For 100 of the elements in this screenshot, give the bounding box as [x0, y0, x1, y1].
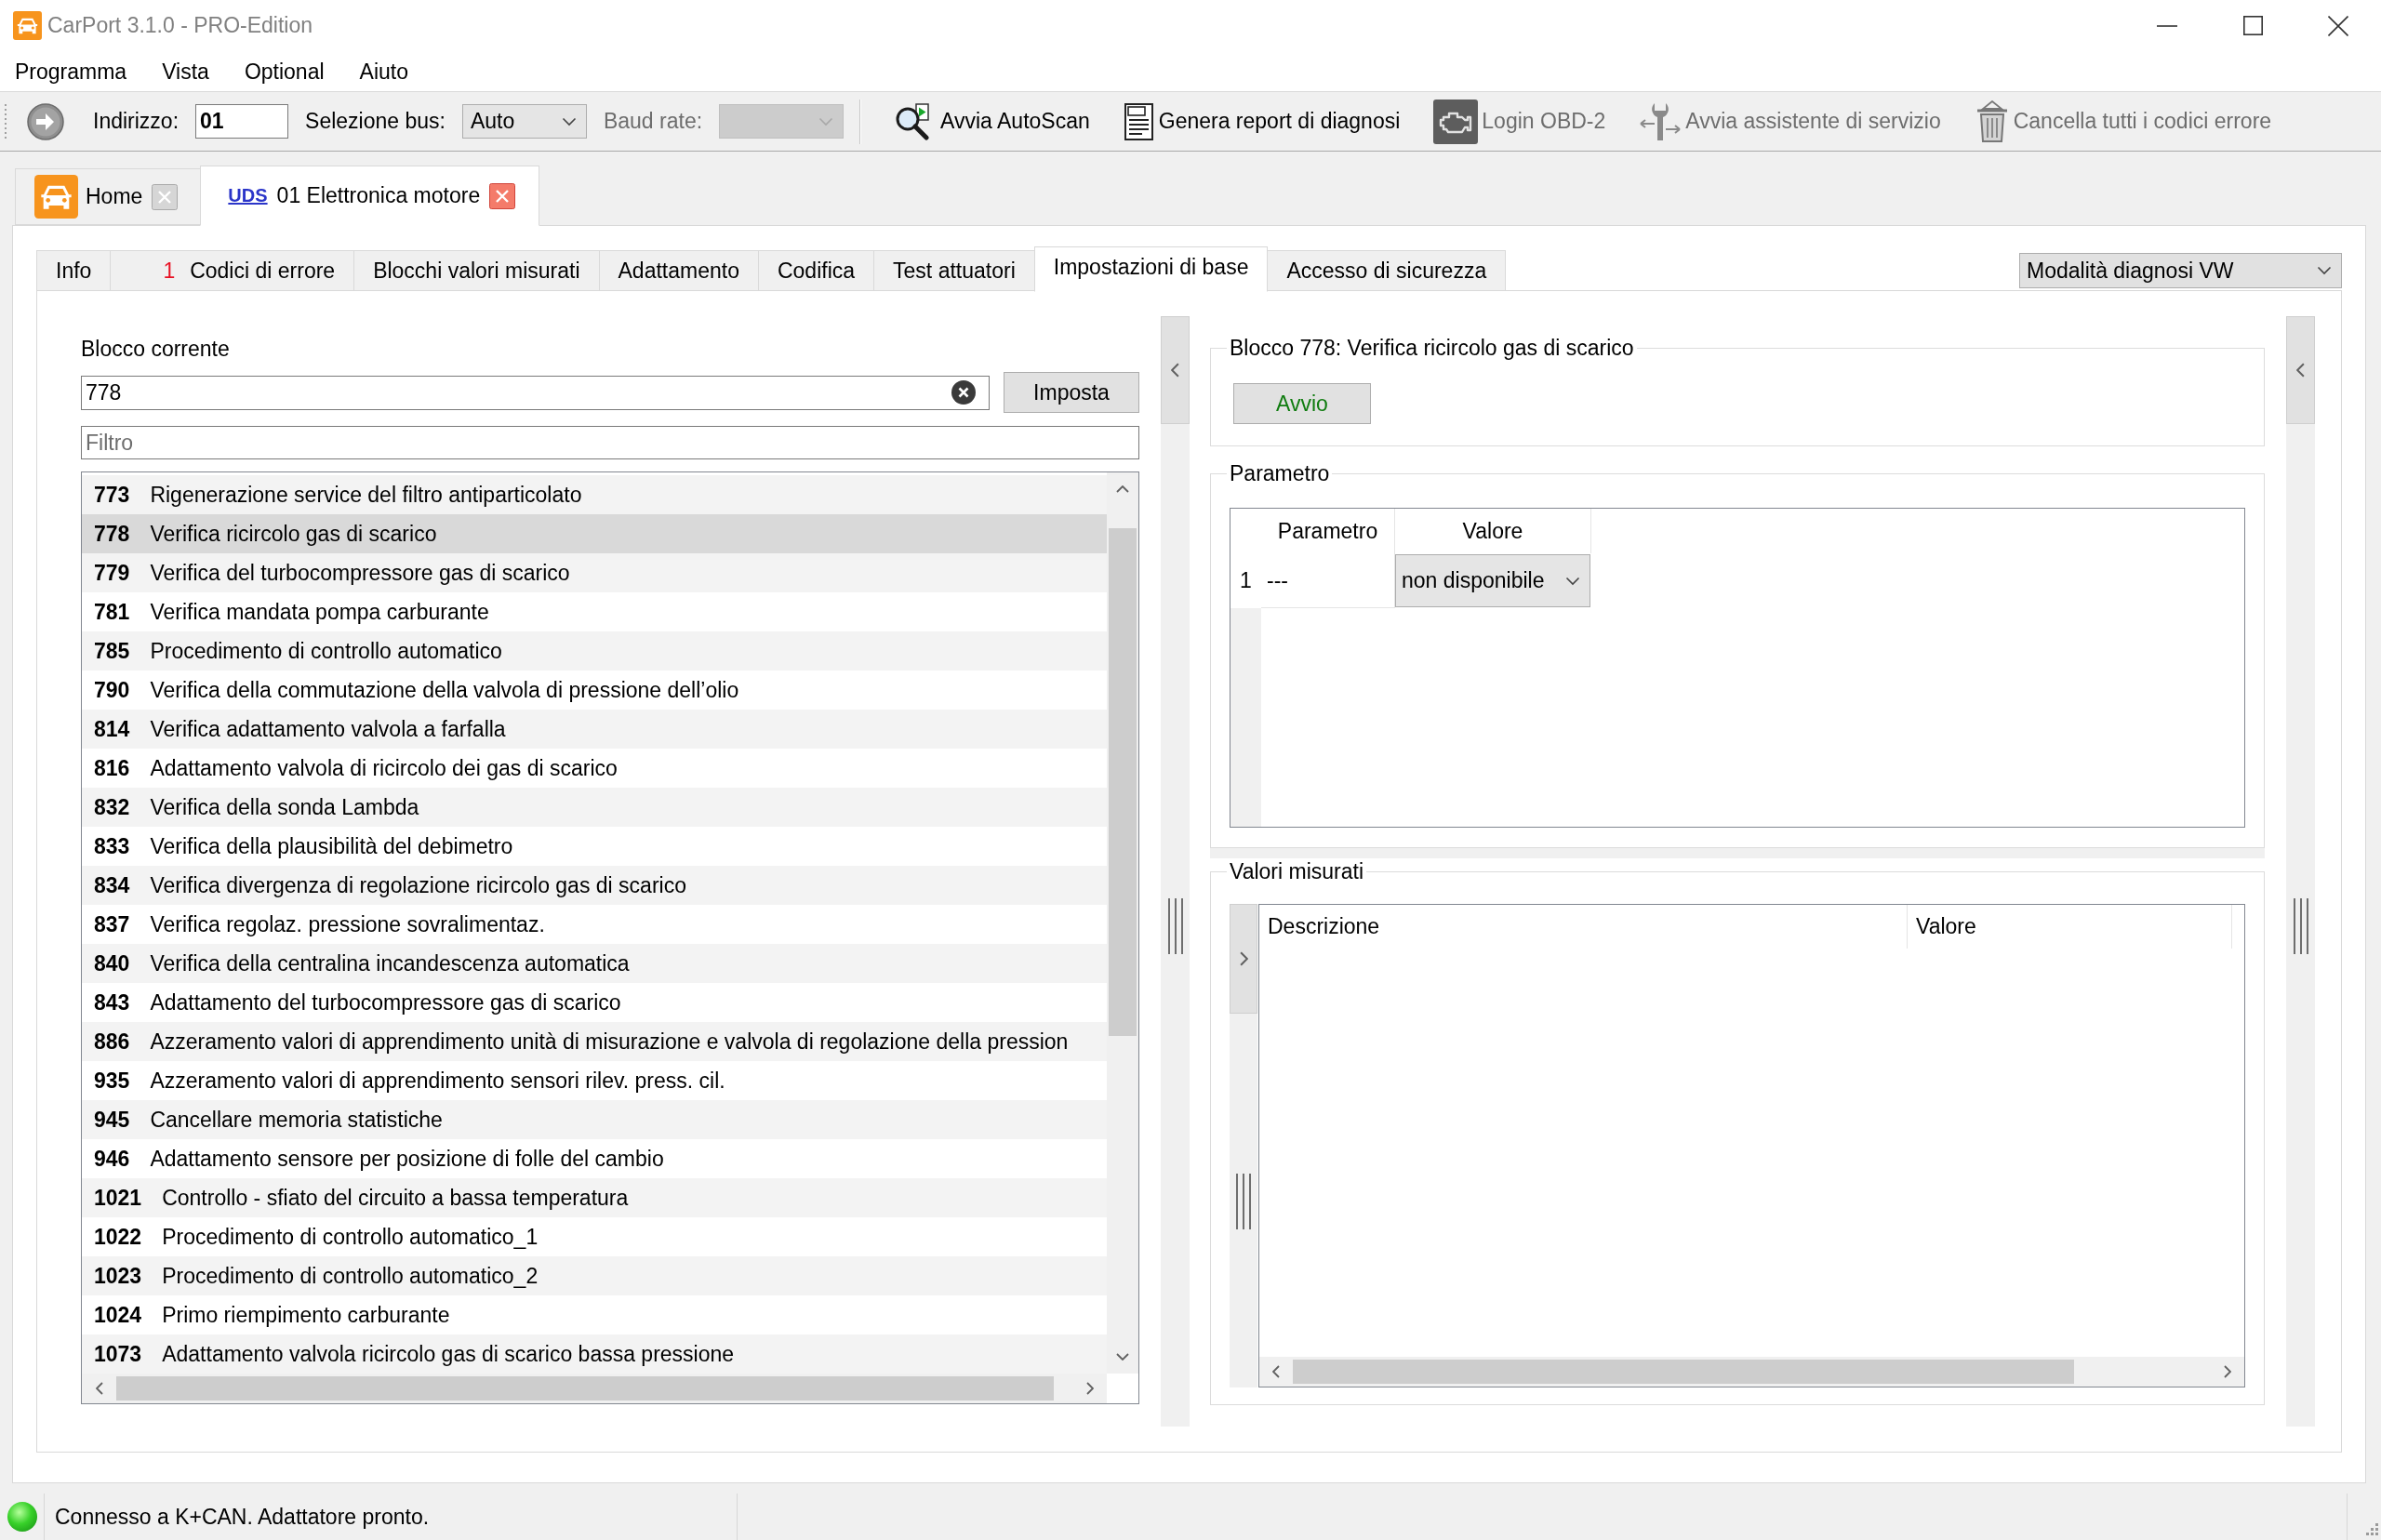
- engine-icon: [1433, 99, 1479, 144]
- document-tab[interactable]: UDS 01 Elettronica motore: [200, 166, 540, 226]
- close-icon[interactable]: [2328, 15, 2348, 36]
- tab[interactable]: Codifica: [757, 250, 875, 291]
- chevron-down-icon[interactable]: [1116, 1353, 1129, 1361]
- block-list-item[interactable]: 1023 Procedimento di controllo automatico_2: [82, 1256, 1107, 1295]
- block-list-item[interactable]: 1021 Controllo - sfiato del circuito a bassa temperatura: [82, 1178, 1107, 1217]
- block-number: 816: [94, 755, 130, 781]
- tab[interactable]: Adattamento: [598, 250, 759, 291]
- block-number: 790: [94, 677, 130, 703]
- column-header: Valore: [1395, 509, 1591, 553]
- block-number: 814: [94, 716, 130, 742]
- chevron-right-icon[interactable]: [1085, 1382, 1094, 1395]
- scrollbar-thumb[interactable]: [1109, 528, 1137, 1036]
- grip-icon[interactable]: [1166, 898, 1184, 954]
- block-list-item[interactable]: 814 Verifica adattamento valvola a farfalla: [82, 710, 1107, 749]
- document-icon: [1123, 102, 1155, 140]
- maximize-icon[interactable]: [2242, 16, 2263, 35]
- car-icon: [34, 175, 78, 219]
- block-name: Verifica della sonda Lambda: [150, 794, 419, 820]
- block-number: 1021: [94, 1185, 142, 1211]
- block-number: 935: [94, 1068, 130, 1094]
- mode-select[interactable]: Modalità diagnosi VW: [2019, 253, 2342, 288]
- column-header: Valore: [1908, 905, 2232, 949]
- autoscan-button[interactable]: Avvia AutoScan: [890, 97, 1094, 146]
- block-list-item[interactable]: 779 Verifica del turbocompressore gas di scarico: [82, 553, 1107, 592]
- chevron-up-icon[interactable]: [1116, 485, 1129, 493]
- group-title: Blocco 778: Verifica ricircolo gas di scarico: [1229, 335, 1635, 361]
- chevron-left-icon[interactable]: [1171, 363, 1179, 378]
- document-tab[interactable]: Home: [15, 168, 202, 225]
- block-number: 840: [94, 950, 130, 976]
- menu-item[interactable]: Aiuto: [341, 57, 426, 86]
- block-number: 781: [94, 599, 130, 625]
- bus-select[interactable]: Auto: [461, 104, 587, 139]
- clear-icon[interactable]: [951, 380, 976, 405]
- caret-icon: [561, 116, 577, 126]
- filter-field[interactable]: Filtro: [81, 426, 1139, 459]
- block-name: Adattamento valvola ricircolo gas di scarico bassa pressione: [162, 1341, 735, 1367]
- scrollbar-thumb[interactable]: [1293, 1360, 2074, 1384]
- block-list-item[interactable]: 945 Cancellare memoria statistiche: [82, 1100, 1107, 1139]
- menu-item[interactable]: Programma: [0, 57, 145, 86]
- horizontal-scrollbar[interactable]: [82, 1374, 1107, 1403]
- block-name: Adattamento sensore per posizione di folle del cambio: [150, 1146, 664, 1172]
- block-number: 946: [94, 1146, 130, 1172]
- block-field[interactable]: 778: [81, 375, 990, 410]
- chevron-right-icon[interactable]: [2224, 1365, 2231, 1378]
- block-name: Procedimento di controllo automatico: [150, 638, 502, 664]
- minimize-icon[interactable]: [2157, 24, 2177, 27]
- block-name: Verifica ricircolo gas di scarico: [150, 521, 437, 547]
- block-list-item[interactable]: 834 Verifica divergenza di regolazione ricircolo gas di scarico: [82, 866, 1107, 905]
- chevron-left-icon[interactable]: [95, 1382, 103, 1395]
- caret-icon: [818, 116, 834, 126]
- block-name: Verifica regolaz. pressione sovralimentaz.: [150, 911, 545, 937]
- grip-icon[interactable]: [4, 102, 7, 140]
- block-number: 833: [94, 833, 130, 859]
- block-name: Adattamento del turbocompressore gas di scarico: [150, 989, 621, 1016]
- tab[interactable]: 1 Codici di errore: [110, 250, 355, 291]
- tab[interactable]: Accesso di sicurezza: [1267, 250, 1507, 291]
- start-button[interactable]: Avvio: [1233, 383, 1371, 424]
- block-number: 785: [94, 638, 130, 664]
- block-list-item[interactable]: 785 Procedimento di controllo automatico: [82, 631, 1107, 670]
- block-name: Rigenerazione service del filtro antiparticolato: [150, 482, 582, 508]
- block-list-item[interactable]: 773 Rigenerazione service del filtro antiparticolato: [82, 475, 1107, 514]
- tab[interactable]: Blocchi valori misurati: [353, 250, 600, 291]
- chevron-left-icon[interactable]: [1272, 1365, 1280, 1378]
- block-number: 1024: [94, 1302, 142, 1328]
- report-button[interactable]: Genera report di diagnosi: [1119, 97, 1404, 146]
- block-name: Azzeramento valori di apprendimento unità di misurazione e valvola di regolazione della pression: [150, 1029, 1069, 1055]
- block-number: 1073: [94, 1341, 142, 1367]
- block-number: 1022: [94, 1224, 142, 1250]
- block-list-item[interactable]: 886 Azzeramento valori di apprendimento unità di misurazione e valvola di regolazione della pression: [82, 1022, 1107, 1061]
- grip-icon[interactable]: [1235, 1174, 1252, 1229]
- block-number: 837: [94, 911, 130, 937]
- tab[interactable]: Impostazioni di base: [1033, 246, 1269, 292]
- block-list-item[interactable]: 1073 Adattamento valvola ricircolo gas di scarico bassa pressione: [82, 1334, 1107, 1374]
- block-number: 832: [94, 794, 130, 820]
- grip-icon[interactable]: [2292, 898, 2309, 954]
- vertical-scrollbar[interactable]: [1107, 472, 1138, 1374]
- chevron-right-icon[interactable]: [1239, 951, 1248, 966]
- caret-icon: [1565, 576, 1580, 586]
- value-select[interactable]: non disponibile: [1395, 554, 1590, 607]
- tab[interactable]: Info: [36, 250, 112, 291]
- block-name: Verifica mandata pompa carburante: [150, 599, 489, 625]
- menu-item[interactable]: Optional: [226, 57, 342, 86]
- block-name: Verifica della commutazione della valvola di pressione dell’olio: [150, 677, 739, 703]
- scrollbar-thumb[interactable]: [116, 1376, 1054, 1401]
- block-list-item[interactable]: 832 Verifica della sonda Lambda: [82, 788, 1107, 827]
- block-list-item[interactable]: 840 Verifica della centralina incandescenza automatica: [82, 944, 1107, 983]
- block-list-item[interactable]: 778 Verifica ricircolo gas di scarico: [82, 514, 1107, 553]
- address-field[interactable]: 01: [195, 104, 289, 139]
- set-button[interactable]: Imposta: [1004, 372, 1139, 413]
- chevron-left-icon[interactable]: [2296, 363, 2305, 378]
- block-number: 779: [94, 560, 130, 586]
- protocol-label: UDS: [228, 185, 268, 206]
- arrow-right-icon[interactable]: [27, 102, 64, 140]
- size-grip-icon[interactable]: [2363, 1522, 2378, 1537]
- tab[interactable]: Test attuatori: [873, 250, 1035, 291]
- menu-item[interactable]: Vista: [144, 57, 227, 86]
- block-number: 843: [94, 989, 130, 1016]
- horizontal-scrollbar[interactable]: [1259, 1357, 2244, 1387]
